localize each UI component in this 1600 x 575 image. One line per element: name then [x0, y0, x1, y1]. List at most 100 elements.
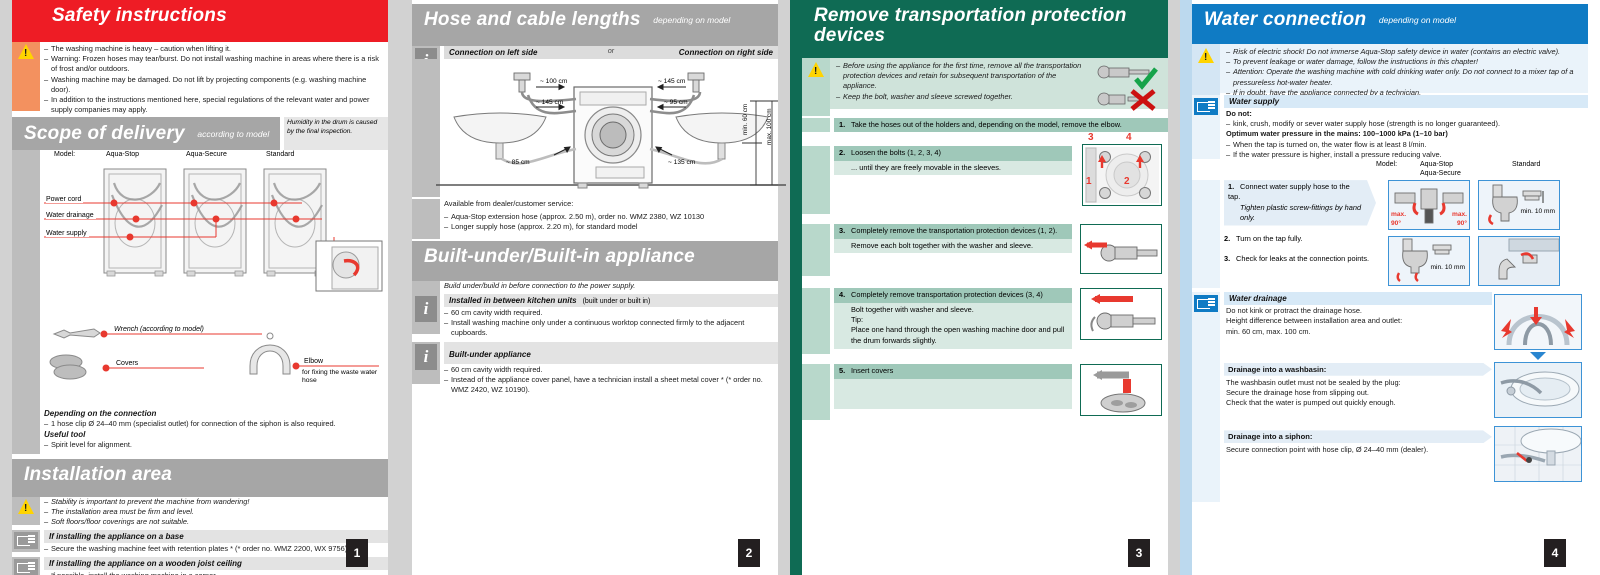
supply-item: When the tap is turned on, the water flo…	[1226, 140, 1588, 150]
supply-thumbnails: max. 90° max. 90° min. 10 mm min. 10 mm	[1388, 180, 1578, 287]
hand-pointer-icon	[1194, 295, 1218, 313]
installation-warning-row: ! Stability is important to prevent the …	[12, 496, 388, 527]
siphon-line: Secure connection point with hose clip, …	[1226, 445, 1429, 455]
transport-step-1: 1. Take the hoses out of the holders and,…	[802, 118, 1168, 133]
page-number: 3	[1128, 539, 1150, 567]
siphon-heading: Drainage into a siphon:	[1228, 432, 1313, 442]
transport-warning: Before using the appliance for the first…	[836, 61, 1090, 92]
washbasin-line: The washbasin outlet must not be sealed …	[1226, 377, 1401, 387]
page-2-gutter-left	[400, 0, 412, 575]
installation-warning: Stability is important to prevent the ma…	[44, 497, 388, 507]
safety-item: In addition to the instructions mentione…	[44, 95, 384, 115]
water-drainage-block: Water drainage Do not kink or protract t…	[1192, 292, 1588, 503]
hose-header: Hose and cable lengths depending on mode…	[412, 4, 778, 46]
standard-tap-figure-2	[1478, 236, 1560, 287]
scope-subtitle: according to model	[197, 129, 270, 139]
height-min-label: min. 60 cm	[742, 103, 749, 135]
installation-title: Installation area	[24, 463, 173, 485]
step-title: Completely remove transportation protect…	[851, 290, 1043, 300]
washbasin-heading: Drainage into a washbasin:	[1228, 364, 1327, 374]
warning-triangle-icon: !	[17, 44, 35, 60]
transport-step-2: 2. Loosen the bolts (1, 2, 3, 4) ... unti…	[802, 132, 1168, 215]
model-name: Aqua-Stop	[1420, 161, 1454, 169]
water-warning: Attention: Operate the washing machine w…	[1226, 67, 1584, 87]
water-subtitle: depending on model	[1378, 15, 1456, 25]
aqua-secure-tap-figure: min. 10 mm	[1388, 236, 1470, 287]
step-number: 5.	[839, 366, 846, 376]
hand-band	[1192, 292, 1220, 503]
remove-bolt-figure-2	[1080, 288, 1162, 341]
model-label: Model:	[54, 151, 76, 158]
kitchen-units-heading: Installed in between kitchen units	[449, 295, 577, 305]
height-max-label: max. 100 cm	[766, 108, 773, 145]
steps-side-band	[1192, 180, 1220, 289]
min-thread-label: min. 10 mm	[1430, 264, 1465, 272]
degree-label: 90°	[1457, 220, 1467, 228]
page-number: 1	[346, 539, 368, 567]
installation-warning: The installation area must be firm and l…	[44, 507, 388, 517]
step-side-band	[802, 288, 830, 355]
scope-title: Scope of delivery	[24, 123, 185, 144]
drainage-line: min. 60 cm, max. 100 cm.	[1226, 326, 1311, 336]
page-3-gutter-left	[790, 0, 802, 575]
kitchen-units-row: i Installed in between kitchen units (bu…	[412, 293, 778, 339]
joist-heading: If installing the appliance on a wooden …	[44, 557, 388, 571]
connection-right-label: Connection on right side	[678, 48, 773, 57]
degree-label: 90°	[1391, 220, 1401, 228]
step-line: Turn on the tap fully.	[1236, 233, 1303, 243]
supply-item: If the water pressure is higher, install…	[1226, 150, 1588, 160]
page-1: Safety instructions ! The washing machin…	[0, 0, 400, 575]
hand-pointer-icon	[1194, 98, 1218, 115]
drainage-thumbnails	[1494, 294, 1586, 506]
water-warning-block: ! Risk of electric shock! Do not immerse…	[1192, 44, 1588, 100]
step-line: Connect water supply hose to the tap.	[1228, 182, 1350, 202]
installation-joist-row: If installing the appliance on a wooden …	[12, 557, 388, 575]
down-arrow-icon	[1530, 352, 1546, 361]
scope-side-band	[12, 150, 40, 322]
accessories-figure: Wrench (according to model) Covers Elbow…	[12, 322, 388, 408]
built-under-item: Instead of the appliance cover panel, ha…	[444, 375, 778, 395]
washbasin-line: Secure the drainage hose from slipping o…	[1226, 387, 1369, 397]
kitchen-units-item: Install washing machine only under a con…	[444, 318, 778, 338]
transport-step-3: 3. Completely remove the transportation p…	[802, 224, 1168, 277]
step-line: Remove each bolt together with the washe…	[834, 238, 1072, 254]
page-4: Water connection depending on model ! Ri…	[1180, 0, 1600, 575]
builtin-header: Built-under/Built-in appliance	[412, 240, 778, 281]
washbasin-line: Check that the water is pumped out quick…	[1226, 398, 1396, 408]
kitchen-units-item: 60 cm cavity width required.	[444, 308, 778, 318]
standard-tap-figure-1: min. 10 mm	[1478, 180, 1560, 231]
page-3-gutter-right	[1168, 0, 1180, 575]
builtin-note-row: Build under/build in before connection t…	[412, 280, 778, 297]
step-side-band	[802, 364, 830, 421]
info-icon: i	[415, 343, 437, 370]
max-label: max.	[1451, 211, 1467, 219]
transport-header: Remove transportation protection devices	[802, 0, 1168, 58]
model-name: Standard	[266, 151, 295, 158]
water-header: Water connection depending on model	[1192, 4, 1588, 44]
water-supply-heading: Water supply	[1224, 95, 1588, 108]
step-line: Tip:	[851, 315, 864, 325]
built-under-item: 60 cm cavity width required.	[444, 365, 778, 375]
safety-item: Warning: Frozen hoses may tear/burst. Do…	[44, 54, 384, 74]
accessory-label: Elbow	[302, 358, 326, 365]
washbasin-drainage-figure	[1494, 362, 1582, 419]
transport-step-4: 4. Completely remove transportation prote…	[802, 288, 1168, 355]
joist-item: If possible, install the washing machine…	[44, 571, 388, 575]
available-item: Aqua-Stop extension hose (approx. 2.50 m…	[444, 212, 778, 222]
bolt-correct-incorrect-icon	[1097, 65, 1158, 111]
page-1-gutter-left	[0, 0, 12, 575]
callout-label: Power cord	[46, 196, 84, 203]
installation-header: Installation area	[12, 458, 388, 497]
step-title: Completely remove the transportation pro…	[851, 226, 1058, 236]
hose-length-label: ~ 95 cm	[664, 99, 688, 106]
accessories-side-band	[12, 322, 40, 408]
hand-band	[12, 557, 40, 575]
hose-subtitle: depending on model	[653, 15, 731, 25]
step-title: Take the hoses out of the holders and, d…	[851, 120, 1122, 129]
scope-header: Scope of delivery according to model Hum…	[12, 117, 388, 150]
base-item: Secure the washing machine feet with ret…	[44, 544, 388, 554]
safety-title: Safety instructions	[52, 5, 227, 26]
transport-step-5: 5. Insert covers	[802, 364, 1168, 421]
installation-base-row: If installing the appliance on a base Se…	[12, 530, 388, 555]
depending-title: Depending on the connection	[44, 409, 157, 418]
